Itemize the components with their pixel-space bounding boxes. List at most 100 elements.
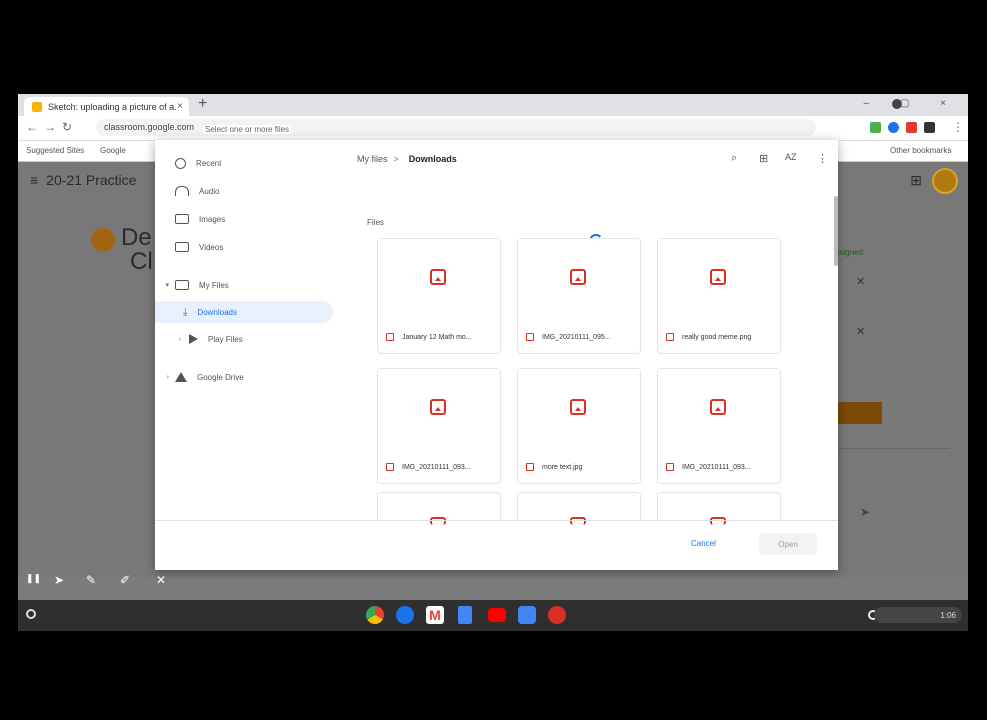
browser-toolbar: ← → ↻ classroom.google.com ⋮	[18, 116, 968, 141]
file-tile[interactable]	[657, 492, 781, 525]
menu-dots-icon[interactable]: ⋮	[952, 120, 964, 134]
dialog-footer: Cancel Open	[155, 520, 838, 571]
tab-close-icon[interactable]: ×	[177, 101, 189, 112]
apps-grid-icon[interactable]: ⊞	[910, 172, 922, 189]
expand-caret-icon[interactable]: ›	[167, 336, 181, 343]
forward-arrow-icon[interactable]: →	[44, 120, 56, 134]
remove-attachment-icon[interactable]: ✕	[856, 275, 865, 288]
remove-attachment-icon[interactable]: ✕	[856, 325, 865, 338]
breadcrumb-my-files[interactable]: My files	[357, 154, 388, 164]
image-file-icon	[710, 269, 726, 285]
file-tile[interactable]: IMG_20210111_093...	[657, 368, 781, 484]
breadcrumb-separator: >	[393, 154, 399, 164]
course-title: ≡ 20-21 Practice	[30, 172, 136, 188]
pointer-icon[interactable]: ➤	[54, 573, 64, 587]
sidebar-item-downloads[interactable]: ⤓ Downloads	[155, 301, 333, 323]
sidebar-item-audio[interactable]: Audio	[155, 180, 339, 202]
expand-caret-icon[interactable]: ›	[155, 374, 169, 381]
sidebar-item-recent[interactable]: Recent	[155, 152, 339, 174]
assignment-icon	[91, 228, 115, 252]
open-button[interactable]: Open	[759, 533, 817, 555]
screencast-app-icon[interactable]	[548, 606, 566, 624]
sidebar-item-videos[interactable]: Videos	[155, 236, 339, 258]
sidebar-item-label: Google Drive	[197, 372, 244, 382]
image-file-icon	[430, 269, 446, 285]
play-store-app-icon[interactable]	[396, 606, 414, 624]
image-file-icon	[666, 463, 674, 471]
puzzle-icon[interactable]	[924, 122, 935, 133]
image-file-icon	[570, 269, 586, 285]
sidebar-item-play-files[interactable]: › Play Files	[155, 328, 339, 350]
pen-icon[interactable]: ✎	[86, 573, 96, 587]
more-options-icon[interactable]: ⋮	[817, 152, 828, 165]
status-tray[interactable]: 1:06	[874, 607, 962, 623]
sidebar-item-label: My Files	[199, 280, 229, 290]
search-icon[interactable]: ⌕	[731, 152, 737, 165]
extension-icon[interactable]	[888, 122, 899, 133]
file-picker-dialog: Select one or more files Recent Audio Im…	[155, 125, 838, 571]
file-name: IMG_20210111_093...	[682, 463, 751, 471]
sidebar-item-label: Images	[199, 214, 226, 224]
window-controls[interactable]: – ▢ ×	[864, 98, 960, 109]
extension-icon[interactable]	[906, 122, 917, 133]
sidebar-item-label: Recent	[196, 158, 222, 168]
hamburger-menu-icon[interactable]: ≡	[30, 172, 38, 188]
video-icon	[175, 242, 189, 252]
file-tile[interactable]: more text.jpg	[517, 368, 641, 484]
sidebar-item-google-drive[interactable]: › Google Drive	[155, 366, 339, 388]
grid-view-icon[interactable]: ⊞	[759, 152, 768, 165]
back-arrow-icon[interactable]: ←	[26, 120, 38, 134]
file-list-scrollbar[interactable]	[834, 196, 838, 266]
sidebar-item-label: Videos	[199, 242, 224, 252]
close-icon[interactable]: ✕	[156, 573, 166, 587]
file-name: January 12 Math mo...	[402, 333, 472, 341]
chrome-app-icon[interactable]	[366, 606, 384, 624]
send-icon[interactable]: ➤	[860, 505, 870, 519]
download-icon: ⤓	[183, 306, 188, 318]
bookmark-google[interactable]: Google	[100, 146, 126, 155]
new-tab-button[interactable]: +	[198, 95, 207, 113]
turn-in-button[interactable]	[838, 402, 882, 424]
image-file-icon	[526, 333, 534, 341]
sidebar-item-images[interactable]: Images	[155, 208, 339, 230]
drive-icon	[175, 372, 187, 382]
file-tile[interactable]	[377, 492, 501, 525]
launcher-icon[interactable]	[26, 609, 36, 619]
file-tile[interactable]	[517, 492, 641, 525]
file-name: really good meme.png	[682, 333, 752, 341]
clock: 1:06	[940, 610, 956, 620]
marker-icon[interactable]: ✐	[120, 573, 130, 587]
image-file-icon	[570, 399, 586, 415]
reload-icon[interactable]: ↻	[62, 120, 72, 134]
gmail-app-icon[interactable]: M	[426, 606, 444, 624]
file-name: more text.jpg	[542, 463, 583, 471]
sidebar-item-label: Downloads	[197, 307, 237, 317]
file-tile[interactable]: really good meme.png	[657, 238, 781, 354]
sort-icon[interactable]: AZ	[785, 152, 797, 162]
bookmark-suggested-sites[interactable]: Suggested Sites	[26, 146, 84, 155]
file-picker-sidebar: Recent Audio Images Videos ▾ My Files ⤓ …	[155, 140, 339, 520]
file-tile[interactable]: January 12 Math mo...	[377, 238, 501, 354]
extension-icon[interactable]	[870, 122, 881, 133]
file-tile[interactable]: IMG_20210111_095...	[517, 238, 641, 354]
sidebar-item-my-files[interactable]: ▾ My Files	[155, 274, 339, 296]
image-icon	[175, 214, 189, 224]
assignment-heading-line2: Cl	[130, 248, 153, 275]
browser-tab[interactable]: Sketch: uploading a picture of a... ×	[24, 97, 189, 116]
user-avatar[interactable]	[932, 168, 958, 194]
youtube-app-icon[interactable]	[488, 608, 506, 622]
private-comments-card	[830, 448, 950, 569]
cancel-button[interactable]: Cancel	[691, 539, 716, 548]
docs-app-icon[interactable]	[458, 606, 472, 624]
tab-title: Sketch: uploading a picture of a...	[48, 101, 177, 112]
image-file-icon	[386, 333, 394, 341]
other-bookmarks[interactable]: Other bookmarks	[890, 146, 951, 155]
expand-caret-icon[interactable]: ▾	[155, 281, 169, 289]
chromeos-shelf: M 1:06	[18, 600, 968, 631]
headphones-icon	[175, 186, 189, 196]
camera-app-icon[interactable]	[518, 606, 536, 624]
file-picker-main: My files > Downloads ⌕ ⊞ AZ ⋮ Files Januar…	[355, 140, 838, 525]
pause-icon[interactable]: ❚❚	[26, 573, 41, 584]
breadcrumb: My files > Downloads	[357, 154, 457, 164]
file-tile[interactable]: IMG_20210111_093...	[377, 368, 501, 484]
